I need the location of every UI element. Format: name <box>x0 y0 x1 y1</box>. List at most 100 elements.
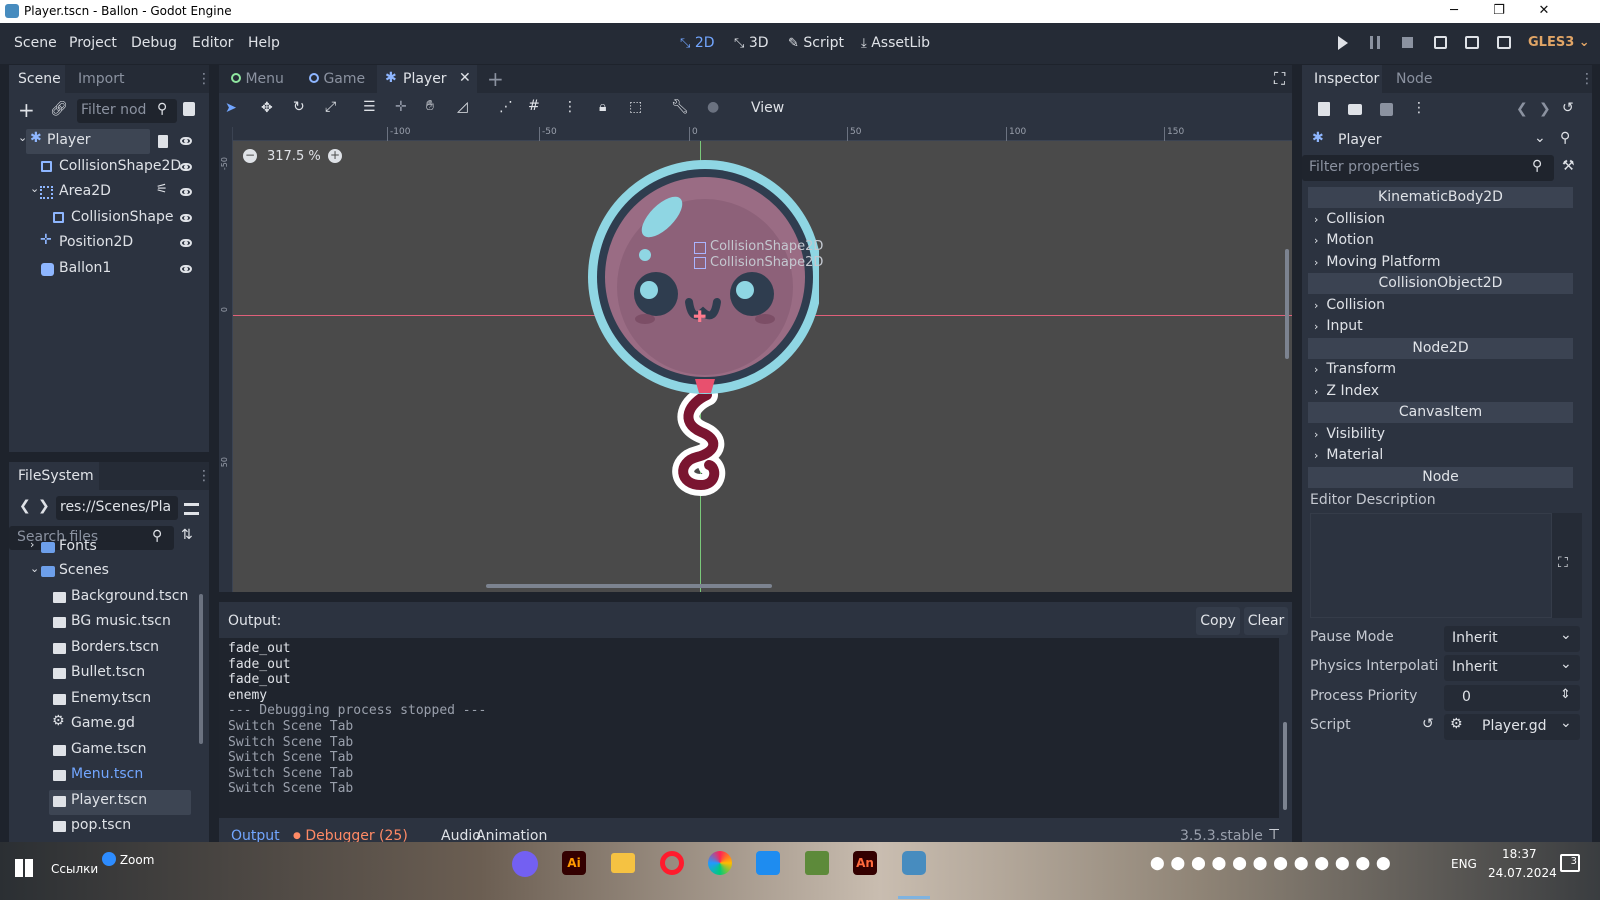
revert-icon[interactable]: ↺ <box>1422 716 1434 732</box>
language-indicator[interactable]: ENG <box>1451 857 1477 871</box>
tab-game[interactable]: Game <box>309 71 365 87</box>
collapse-arrow-icon[interactable]: ⌄ <box>30 182 39 195</box>
windows-start-icon[interactable] <box>15 859 33 877</box>
menu-dots-icon[interactable]: ⋮ <box>1580 71 1594 87</box>
inspector-category[interactable]: Node <box>1308 466 1573 488</box>
object-properties-icon[interactable]: ⚲ <box>1560 130 1570 146</box>
menu-scene[interactable]: Scene <box>14 35 57 51</box>
file-pop[interactable]: pop.tscn <box>9 815 199 840</box>
clock-date[interactable]: 24.07.2024 <box>1488 866 1557 880</box>
filesystem-scrollbar[interactable] <box>199 594 203 744</box>
animate-icon[interactable]: An <box>853 851 877 875</box>
tree-row-position2d[interactable]: ✛ Position2D <box>9 231 209 256</box>
renderer-select[interactable]: GLES3 ⌄ <box>1528 35 1590 50</box>
viber-icon[interactable] <box>512 851 538 877</box>
move-tool-icon[interactable]: ✥ <box>261 100 273 116</box>
object-selector[interactable]: ✱ Player ⌄ <box>1308 128 1553 153</box>
file-enemy[interactable]: Enemy.tscn <box>9 688 199 713</box>
collapse-arrow-icon[interactable]: ⌄ <box>18 131 27 144</box>
stepper-arrows-icon[interactable]: ⇕ <box>1560 687 1571 702</box>
play-custom-scene-icon[interactable] <box>1465 36 1479 49</box>
inspector-section[interactable]: › Material <box>1308 445 1573 466</box>
tree-row-player[interactable]: ⌄ ✱ Player <box>9 129 209 154</box>
visibility-eye-icon[interactable] <box>180 239 192 247</box>
menu-help[interactable]: Help <box>248 35 280 51</box>
pivot-icon[interactable]: ✛ <box>395 99 407 115</box>
process-priority-spinbox[interactable]: 0 ⇕ <box>1444 685 1580 711</box>
history-back-icon[interactable]: ❮ <box>1516 101 1528 117</box>
pan-tool-icon[interactable]: ✋︎ <box>426 98 434 114</box>
maximize-button[interactable]: ❐ <box>1476 0 1522 23</box>
inspector-section[interactable]: › Moving Platform <box>1308 252 1573 273</box>
collapse-arrow-icon[interactable]: ⌄ <box>30 562 39 575</box>
file-bg-music[interactable]: BG music.tscn <box>9 611 199 636</box>
script-attached-icon[interactable] <box>158 135 168 148</box>
taskbar-links[interactable]: Ссылки <box>51 862 98 876</box>
stop-icon[interactable] <box>1402 37 1413 48</box>
pause-mode-select[interactable]: Inherit ⌄ <box>1444 626 1580 652</box>
physics-interpolation-select[interactable]: Inherit ⌄ <box>1444 655 1580 681</box>
vertical-scrollbar[interactable] <box>1285 249 1289 359</box>
link-icon[interactable]: 🔗︎ <box>50 101 68 117</box>
select-tool-icon[interactable]: ➤ <box>225 100 237 116</box>
inspector-category[interactable]: KinematicBody2D <box>1308 187 1573 208</box>
workspace-script[interactable]: ✎ Script <box>788 35 844 51</box>
file-bullet[interactable]: Bullet.tscn <box>9 662 199 687</box>
close-tab-icon[interactable]: ✕ <box>459 70 471 86</box>
horizontal-scrollbar[interactable] <box>486 584 772 588</box>
folder-fonts[interactable]: › Fonts <box>9 536 199 561</box>
group-icon[interactable]: ⬚ <box>629 99 642 115</box>
menu-project[interactable]: Project <box>69 35 117 51</box>
taskbar-zoom[interactable]: Zoom <box>102 852 154 867</box>
tab-menu[interactable]: Menu <box>231 71 284 87</box>
distraction-free-icon[interactable]: ⛶ <box>1274 69 1285 89</box>
collapse-arrow-icon[interactable]: › <box>30 538 34 551</box>
tab-scene[interactable]: Scene <box>18 71 61 87</box>
tree-row-collisionshape[interactable]: CollisionShape <box>9 206 209 231</box>
pin-panel-icon[interactable]: ⊤ <box>1268 827 1280 843</box>
system-tray-icons[interactable]: ⬤⬤⬤⬤⬤⬤⬤⬤⬤⬤⬤⬤ <box>1150 856 1410 874</box>
editor-description-field[interactable] <box>1310 513 1552 618</box>
forward-arrow-icon[interactable]: ❯ <box>38 498 50 514</box>
play-scene-icon[interactable] <box>1434 36 1447 49</box>
inspector-section[interactable]: › Motion <box>1308 230 1573 251</box>
scale-tool-icon[interactable]: ⤢ <box>325 99 336 115</box>
history-icon[interactable]: ↺ <box>1562 100 1574 116</box>
tab-inspector[interactable]: Inspector <box>1314 71 1379 87</box>
explorer-icon[interactable] <box>611 853 635 873</box>
visibility-eye-icon[interactable] <box>180 163 192 171</box>
inspector-section[interactable]: › Collision <box>1308 209 1573 230</box>
zoom-out-button[interactable]: − <box>243 149 257 163</box>
zoom-level[interactable]: 317.5 % <box>267 149 321 164</box>
file-menu[interactable]: Menu.tscn <box>9 764 199 789</box>
ruler-tool-icon[interactable]: ◿ <box>457 99 468 115</box>
folder-scenes[interactable]: ⌄ Scenes <box>9 560 199 585</box>
tab-filesystem[interactable]: FileSystem <box>18 468 94 484</box>
file-game-gd[interactable]: ⚙ Game.gd <box>9 713 199 738</box>
canvas-viewport[interactable]: -100 -50 0 50 100 150 -50 0 50 CollisionShape2D… <box>219 127 1292 592</box>
clear-button[interactable]: Clear <box>1244 607 1288 635</box>
output-log[interactable]: fade_out fade_out fade_out enemy --- Debuggi… <box>219 638 1279 818</box>
history-forward-icon[interactable]: ❯ <box>1539 101 1551 117</box>
add-tab-icon[interactable]: + <box>487 67 504 91</box>
minecraft-icon[interactable] <box>805 851 829 875</box>
workspace-assetlib[interactable]: ⤓ AssetLib <box>861 35 930 51</box>
minimize-button[interactable]: ─ <box>1431 0 1477 23</box>
inspector-section[interactable]: › Input <box>1308 316 1573 337</box>
new-resource-icon[interactable] <box>1318 102 1330 116</box>
filter-properties-input[interactable]: Filter properties ⚲ <box>1302 155 1554 181</box>
expand-icon[interactable]: ⛶ <box>1558 555 1568 571</box>
file-borders[interactable]: Borders.tscn <box>9 637 199 662</box>
file-game-tscn[interactable]: Game.tscn <box>9 739 199 764</box>
menu-dots-icon[interactable]: ⋮ <box>197 71 211 87</box>
file-background[interactable]: Background.tscn <box>9 586 199 611</box>
visibility-eye-icon[interactable] <box>180 188 192 196</box>
skeleton-icon[interactable]: 🔧︎ <box>671 99 689 115</box>
inspector-section[interactable]: › Transform <box>1308 359 1573 380</box>
inspector-category[interactable]: Node2D <box>1308 337 1573 359</box>
menu-debug[interactable]: Debug <box>131 35 177 51</box>
illustrator-icon[interactable]: Ai <box>562 851 586 875</box>
menu-editor[interactable]: Editor <box>192 35 233 51</box>
visibility-eye-icon[interactable] <box>180 214 192 222</box>
visibility-eye-icon[interactable] <box>180 265 192 273</box>
